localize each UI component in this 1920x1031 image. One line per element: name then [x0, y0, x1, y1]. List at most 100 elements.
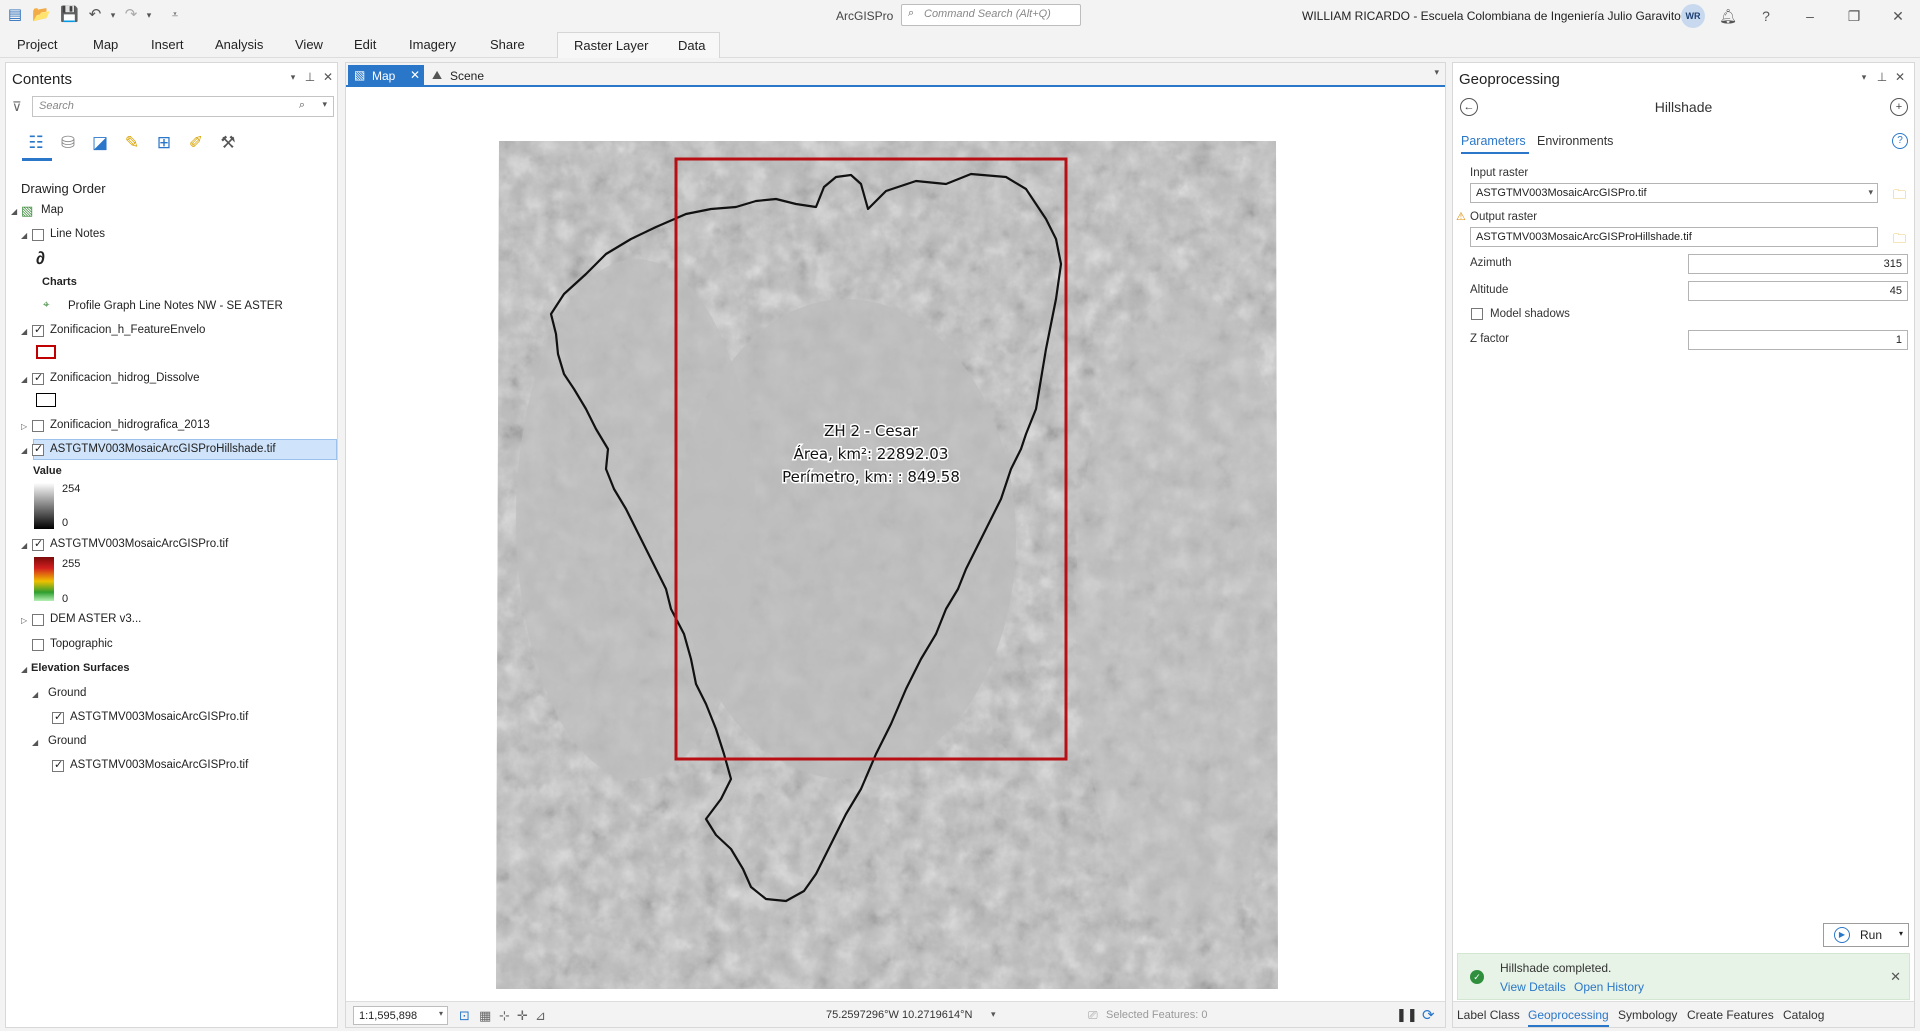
expand-triangle-icon[interactable]: ◢ — [11, 207, 17, 216]
list-by-perspective-icon[interactable]: ⚒ — [216, 131, 240, 155]
tree-zonificacion-2013[interactable]: Zonificacion_hidrografica_2013 — [50, 419, 210, 431]
tab-analysis[interactable]: Analysis — [215, 37, 263, 52]
chevron-down-icon[interactable]: ▾ — [322, 99, 327, 110]
minimize-icon[interactable]: – — [1798, 4, 1822, 28]
run-button[interactable]: ▶ Run ▾ — [1823, 923, 1909, 947]
tab-edit[interactable]: Edit — [354, 37, 376, 52]
chevron-down-icon[interactable]: ▾ — [1899, 929, 1903, 938]
open-project-icon[interactable]: 📂 — [32, 6, 51, 24]
fixed-zoom-icon[interactable]: ⊡ — [459, 1008, 470, 1024]
tab-map-view[interactable]: ▧ Map ✕ — [348, 65, 424, 87]
tab-symbology[interactable]: Symbology — [1618, 1008, 1677, 1022]
expand-triangle-icon[interactable]: ◢ — [21, 541, 27, 550]
hillshade-color-ramp[interactable] — [34, 483, 54, 529]
notification-bell-icon[interactable]: 🔔︎ — [1716, 4, 1740, 28]
list-by-editing-icon[interactable]: ✎ — [120, 131, 144, 155]
tab-environments[interactable]: Environments — [1537, 134, 1613, 148]
tab-create-features[interactable]: Create Features — [1687, 1008, 1774, 1022]
tab-project[interactable]: Project — [17, 37, 57, 52]
chevron-down-icon[interactable]: ▾ — [1868, 187, 1873, 198]
expand-triangle-icon[interactable]: ◢ — [32, 738, 38, 747]
avatar[interactable]: WR — [1681, 4, 1705, 28]
tab-view[interactable]: View — [295, 37, 323, 52]
tab-insert[interactable]: Insert — [151, 37, 184, 52]
expand-triangle-icon[interactable]: ◢ — [21, 665, 27, 674]
undo-dropdown-icon[interactable]: ▾ — [104, 6, 122, 24]
input-raster-field[interactable]: ASTGTMV003MosaicArcGISPro.tif ▾ — [1470, 183, 1878, 203]
tree-topographic[interactable]: Topographic — [50, 638, 113, 650]
grid-icon[interactable]: ▦ — [479, 1008, 491, 1024]
tree-map[interactable]: Map — [41, 204, 63, 216]
selected-features-count[interactable]: Selected Features: 0 — [1106, 1009, 1208, 1021]
redo-dropdown-icon[interactable]: ▾ — [140, 6, 158, 24]
new-project-icon[interactable]: ▤ — [6, 6, 24, 24]
tree-dissolve[interactable]: Zonificacion_hidrog_Dissolve — [50, 372, 200, 384]
tree-dem-layer[interactable]: ASTGTMV003MosaicArcGISPro.tif — [50, 538, 228, 550]
envelope-symbol[interactable] — [36, 345, 56, 359]
expand-triangle-icon[interactable]: ◢ — [32, 690, 38, 699]
list-by-data-source-icon[interactable]: ⛁ — [56, 131, 80, 155]
pane-options-icon[interactable]: ▾ — [1856, 69, 1872, 85]
dissolve-checkbox[interactable] — [32, 371, 44, 385]
list-by-labeling-icon[interactable]: ✐ — [184, 131, 208, 155]
altitude-field[interactable]: 45 — [1688, 281, 1908, 301]
open-history-link[interactable]: Open History — [1574, 980, 1644, 994]
view-details-link[interactable]: View Details — [1500, 980, 1566, 994]
tab-share[interactable]: Share — [490, 37, 525, 52]
tree-hillshade-layer[interactable]: ASTGTMV003MosaicArcGISProHillshade.tif — [50, 443, 276, 455]
model-shadows-checkbox[interactable] — [1471, 308, 1483, 320]
refresh-icon[interactable]: ⟳ — [1422, 1006, 1435, 1024]
line-notes-checkbox[interactable] — [32, 229, 44, 241]
chevron-down-icon[interactable]: ▾ — [1434, 67, 1439, 78]
command-search-input[interactable]: ⌕ Command Search (Alt+Q) — [901, 4, 1081, 26]
feature-envelope-checkbox[interactable] — [32, 323, 44, 337]
dissolve-symbol[interactable] — [36, 393, 56, 407]
constraints-icon[interactable]: ⊿ — [535, 1008, 546, 1024]
chevron-down-icon[interactable]: ▾ — [439, 1009, 443, 1018]
dem-aster-checkbox[interactable] — [32, 614, 44, 626]
list-by-snapping-icon[interactable]: ⊞ — [152, 131, 176, 155]
tree-line-notes[interactable]: Line Notes — [50, 228, 105, 240]
add-icon[interactable]: + — [1890, 98, 1908, 116]
tab-label-class[interactable]: Label Class — [1457, 1008, 1520, 1022]
tree-ground-1[interactable]: Ground — [48, 687, 86, 699]
map-canvas[interactable]: ZH 2 - Cesar Área, km²: 22892.03 Perímet… — [346, 89, 1445, 1001]
tab-data[interactable]: Data — [678, 38, 705, 53]
tree-ground-1-source[interactable]: ASTGTMV003MosaicArcGISPro.tif — [70, 711, 248, 723]
dem-color-ramp[interactable] — [34, 557, 54, 601]
azimuth-field[interactable]: 315 — [1688, 254, 1908, 274]
close-icon[interactable]: ✕ — [1892, 69, 1908, 85]
output-raster-field[interactable]: ASTGTMV003MosaicArcGISProHillshade.tif — [1470, 227, 1878, 247]
close-icon[interactable]: ✕ — [320, 69, 336, 85]
help-icon[interactable]: ? — [1754, 4, 1778, 28]
pane-options-icon[interactable]: ▾ — [285, 69, 301, 85]
zonificacion-2013-checkbox[interactable] — [32, 420, 44, 432]
ground-1-source-checkbox[interactable] — [52, 710, 64, 724]
close-icon[interactable]: ✕ — [410, 68, 420, 82]
tree-ground-2-source[interactable]: ASTGTMV003MosaicArcGISPro.tif — [70, 759, 248, 771]
close-icon[interactable]: ✕ — [1890, 969, 1901, 985]
filter-icon[interactable]: ⊽ — [12, 99, 22, 115]
snapping-icon[interactable]: ⊹ — [499, 1008, 510, 1024]
folder-icon[interactable]: 🗀 — [1893, 230, 1909, 246]
pin-icon[interactable]: ⊥ — [1874, 69, 1890, 85]
folder-icon[interactable]: 🗀 — [1893, 186, 1909, 202]
pause-icon[interactable]: ❚❚ — [1396, 1007, 1418, 1023]
tree-profile-graph[interactable]: Profile Graph Line Notes NW - SE ASTER — [68, 300, 283, 312]
chevron-down-icon[interactable]: ▾ — [991, 1009, 996, 1020]
tab-parameters[interactable]: Parameters — [1461, 134, 1526, 148]
tree-ground-2[interactable]: Ground — [48, 735, 86, 747]
tree-feature-envelope[interactable]: Zonificacion_h_FeatureEnvelo — [50, 324, 205, 336]
collapsed-triangle-icon[interactable]: ▷ — [21, 422, 27, 431]
close-icon[interactable]: ✕ — [1886, 4, 1910, 28]
list-by-drawing-order-icon[interactable]: ☷ — [24, 131, 48, 155]
z-factor-field[interactable]: 1 — [1688, 330, 1908, 350]
restore-icon[interactable]: ❐ — [1842, 4, 1866, 28]
undo-icon[interactable]: ↶ — [86, 6, 104, 24]
expand-triangle-icon[interactable]: ◢ — [21, 446, 27, 455]
tab-scene-view[interactable]: ⛰ Scene — [430, 65, 510, 87]
ground-2-source-checkbox[interactable] — [52, 758, 64, 772]
tab-raster-layer[interactable]: Raster Layer — [574, 38, 648, 53]
hillshade-checkbox[interactable] — [32, 442, 44, 456]
tab-geoprocessing[interactable]: Geoprocessing — [1528, 1008, 1609, 1027]
